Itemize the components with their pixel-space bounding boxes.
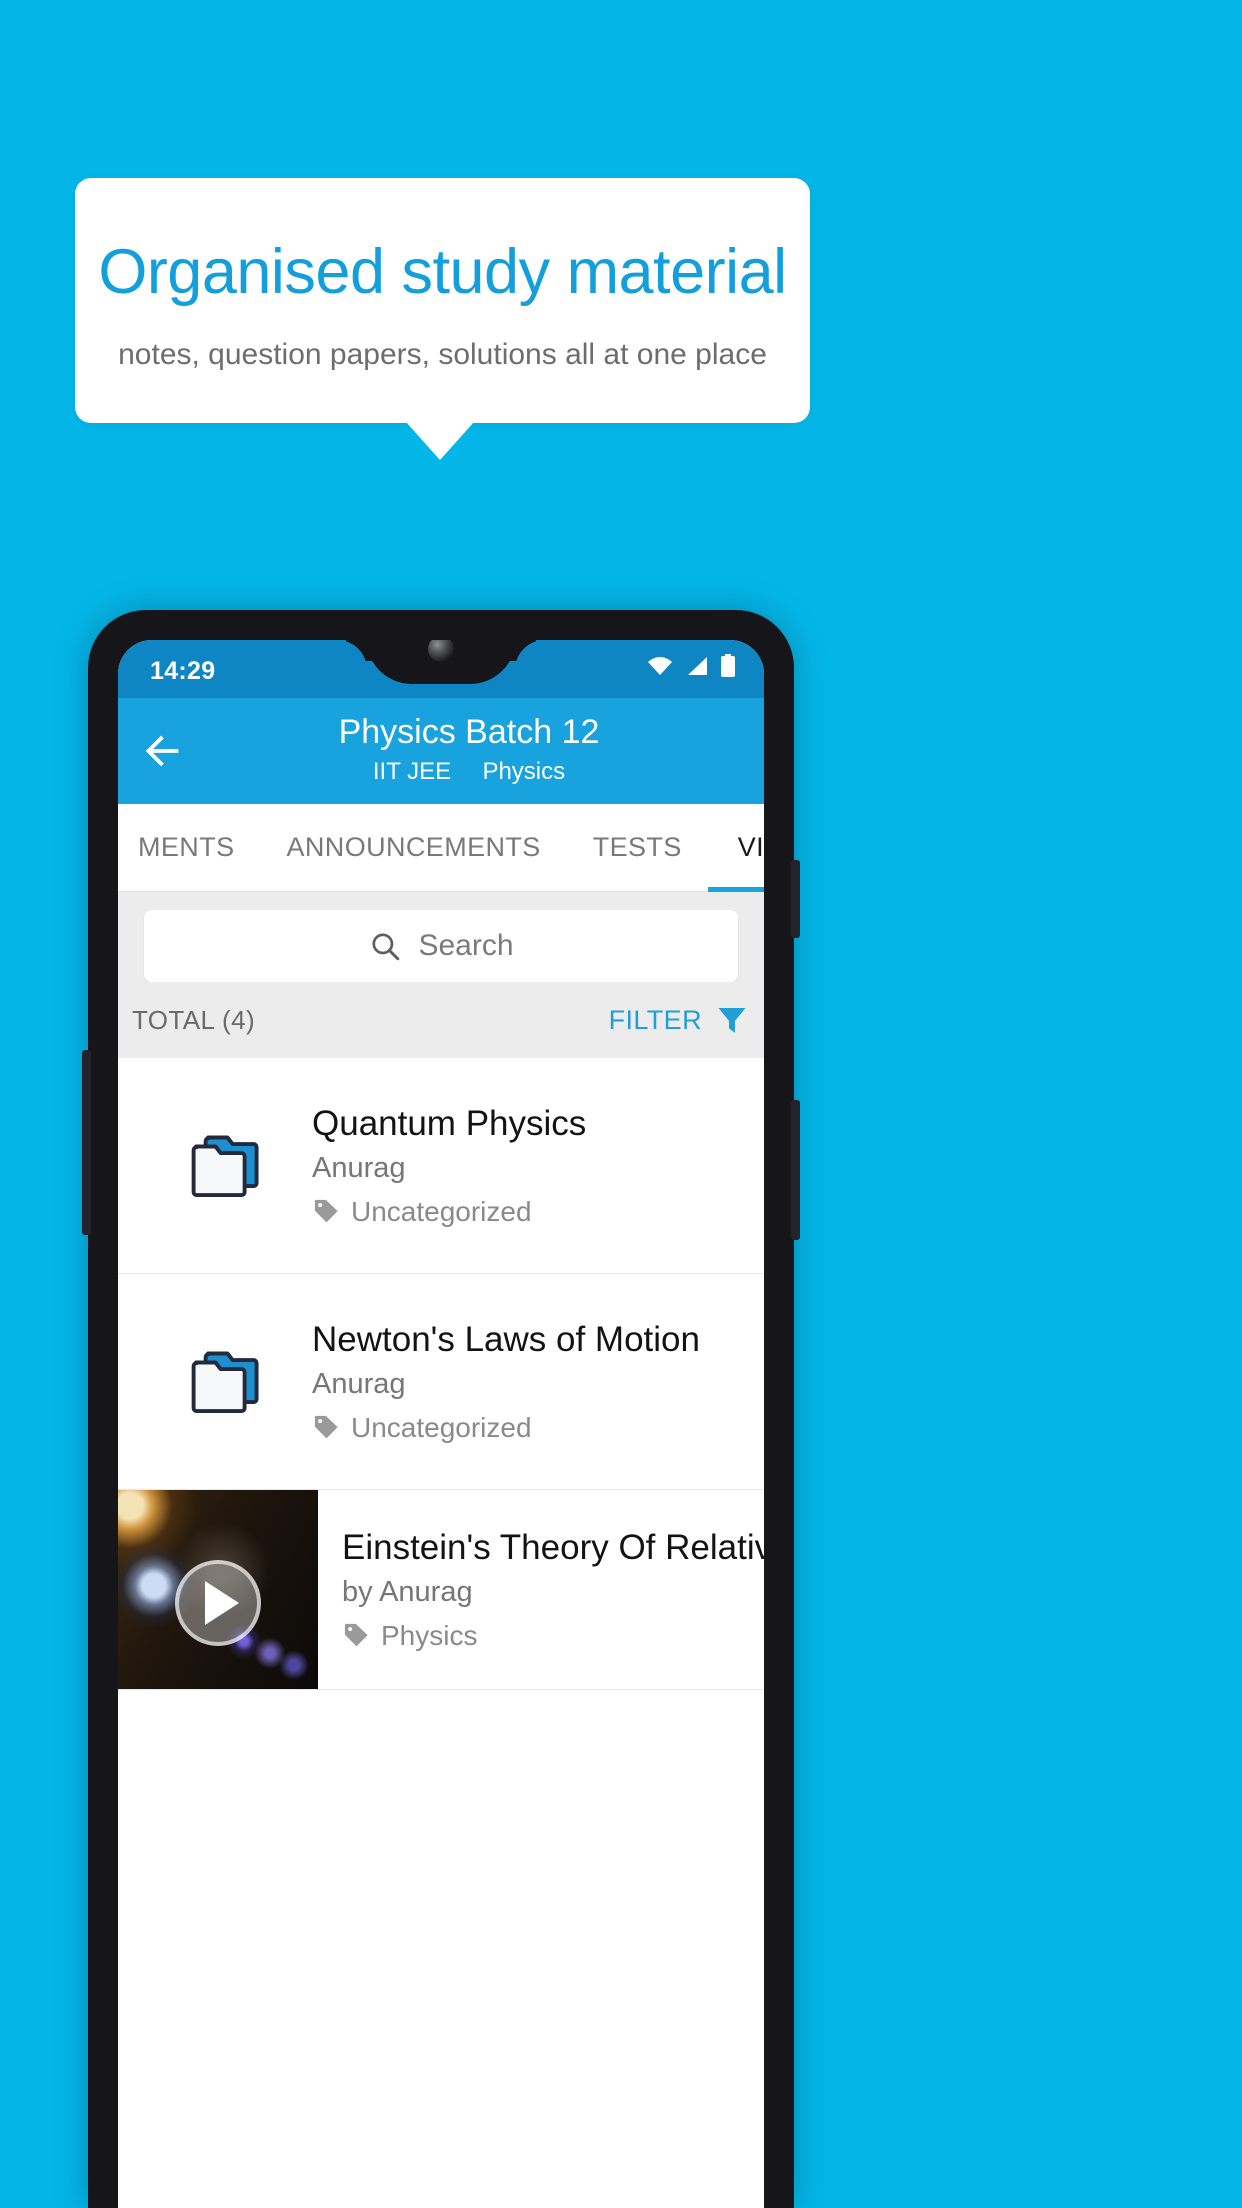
filter-funnel-icon: [718, 1008, 746, 1033]
tag-label: Physics: [381, 1619, 478, 1651]
status-bar: 14:29: [118, 640, 764, 698]
camera-notch: [366, 640, 516, 684]
list-item-title: Einstein's Theory Of Relativity: [342, 1527, 764, 1567]
tag-label: Uncategorized: [351, 1195, 532, 1227]
phone-frame: 14:29 Physics Batch 12 IIT JEE Physics M…: [82, 610, 800, 2208]
tab-label: ANNOUNCEMENTS: [286, 832, 541, 862]
list-item-tag: Uncategorized: [312, 1195, 586, 1229]
video-thumbnail[interactable]: [118, 1490, 318, 1689]
list-item-text: Einstein's Theory Of Relativity by Anura…: [318, 1490, 764, 1689]
list-item-tag: Physics: [342, 1619, 764, 1653]
tab-label: VIDEOS: [737, 832, 764, 862]
list-item-author: Anurag: [312, 1151, 406, 1184]
list-item-title: Quantum Physics: [312, 1103, 587, 1143]
promo-card: Organised study material notes, question…: [75, 178, 810, 423]
status-time: 14:29: [150, 657, 216, 685]
filter-label: FILTER: [608, 1004, 702, 1035]
search-zone: Search: [118, 892, 764, 982]
app-bar-exam: IIT JEE: [372, 757, 452, 785]
list-toolbar: TOTAL (4) FILTER: [118, 982, 764, 1058]
tag-label: Uncategorized: [351, 1411, 532, 1443]
app-bar-subject: Physics: [482, 757, 566, 785]
promo-bubble-tail: [406, 422, 474, 460]
status-icons: [646, 654, 736, 678]
total-count-label: TOTAL (4): [132, 1004, 256, 1035]
tab-label: MENTS: [138, 832, 235, 862]
promo-subtitle: notes, question papers, solutions all at…: [118, 338, 767, 371]
search-icon: [372, 933, 400, 961]
tag-icon: [344, 1624, 368, 1647]
search-placeholder: Search: [418, 929, 514, 962]
wifi-icon: [648, 657, 672, 675]
play-icon[interactable]: [175, 1560, 261, 1647]
filter-button[interactable]: FILTER: [609, 1002, 750, 1038]
phone-volume-button[interactable]: [791, 1100, 800, 1240]
list-item-tag: Uncategorized: [312, 1411, 700, 1445]
phone-screen: 14:29 Physics Batch 12 IIT JEE Physics M…: [118, 640, 764, 2208]
battery-icon: [721, 654, 735, 677]
list-item-text: Quantum Physics Anurag Uncategorized: [312, 1103, 598, 1228]
search-input[interactable]: Search: [144, 910, 738, 982]
signal-icon: [688, 657, 707, 675]
tab-documents[interactable]: MENTS: [118, 804, 261, 892]
list-item-title: Newton's Laws of Motion: [312, 1319, 700, 1359]
phone-power-button[interactable]: [791, 860, 800, 938]
list-item-text: Newton's Laws of Motion Anurag Uncategor…: [312, 1319, 712, 1444]
page-title: Physics Batch 12: [338, 713, 600, 751]
tag-icon: [314, 1200, 338, 1223]
list-item[interactable]: Einstein's Theory Of Relativity by Anura…: [118, 1490, 764, 1690]
app-bar: Physics Batch 12 IIT JEE Physics: [118, 698, 764, 804]
promo-title: Organised study material: [98, 237, 787, 307]
back-arrow-icon[interactable]: [140, 728, 186, 774]
front-camera-icon: [428, 640, 454, 662]
play-triangle: [205, 1581, 239, 1626]
tab-videos[interactable]: VIDEOS: [707, 804, 764, 892]
folder-icon: [140, 1345, 312, 1419]
app-bar-subtitle: IIT JEE Physics: [208, 758, 730, 787]
tab-tests[interactable]: TESTS: [567, 804, 708, 892]
list-item[interactable]: Quantum Physics Anurag Uncategorized: [118, 1058, 764, 1274]
tab-announcements[interactable]: ANNOUNCEMENTS: [261, 804, 567, 892]
tab-label: TESTS: [592, 832, 682, 862]
list-item-author: by Anurag: [342, 1575, 473, 1608]
tab-bar: MENTS ANNOUNCEMENTS TESTS VIDEOS: [118, 804, 764, 892]
app-bar-titles: Physics Batch 12 IIT JEE Physics: [208, 711, 730, 786]
list-item[interactable]: Newton's Laws of Motion Anurag Uncategor…: [118, 1274, 764, 1490]
list-item-author: Anurag: [312, 1367, 406, 1400]
tag-icon: [314, 1416, 338, 1439]
folder-icon: [140, 1129, 312, 1203]
phone-side-button-left[interactable]: [82, 1050, 91, 1235]
